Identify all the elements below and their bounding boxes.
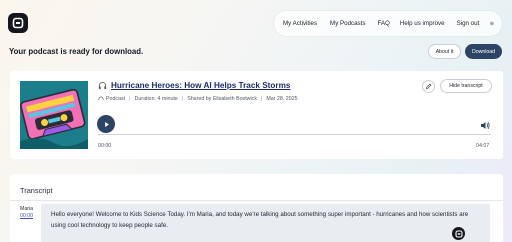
logo-icon — [12, 17, 24, 29]
volume-icon[interactable] — [480, 121, 490, 130]
nav-my-podcasts[interactable]: My Podcasts — [330, 20, 365, 27]
podcast-title-row: Hurricane Heroes: How AI Helps Track Sto… — [98, 81, 290, 90]
podcast-meta: Podcast | Duration: 4 minute | Shared by… — [98, 96, 298, 102]
floating-action-button[interactable] — [452, 227, 465, 240]
headphones-icon — [98, 82, 107, 90]
meta-separator: | — [260, 96, 263, 102]
play-icon — [104, 121, 109, 127]
pencil-icon — [425, 83, 432, 90]
podcast-player-card: Hurricane Heroes: How AI Helps Track Sto… — [10, 71, 503, 159]
logo-icon — [454, 229, 463, 238]
hide-transcript-button[interactable]: Hide transcript — [440, 79, 492, 93]
progress-track[interactable] — [98, 133, 491, 136]
play-button[interactable] — [97, 115, 115, 133]
transcript-text: Hello everyone! Welcome to Kids Science … — [41, 204, 490, 242]
current-time: 00:00 — [98, 143, 112, 149]
nav-sign-out[interactable]: Sign out — [457, 20, 480, 27]
podcast-type: Podcast — [106, 96, 126, 102]
podcast-shared-by: Shared by Elisabeth Bostwick — [187, 96, 257, 102]
podcast-title[interactable]: Hurricane Heroes: How AI Helps Track Sto… — [111, 81, 290, 90]
headphones-small-icon — [98, 96, 104, 101]
ready-message: Your podcast is ready for download. — [9, 47, 144, 56]
transcript-card: Transcript Maria 00:00 Hello everyone! W… — [10, 174, 503, 242]
nav-my-activities[interactable]: My Activities — [283, 20, 317, 27]
nav-help-us-improve[interactable]: Help us improve — [400, 20, 445, 27]
edit-button[interactable] — [422, 80, 435, 93]
speaker-name: Maria — [20, 206, 33, 212]
nav-faq[interactable]: FAQ — [377, 20, 389, 27]
about-it-button[interactable]: About it — [428, 44, 461, 59]
download-button[interactable]: Download — [465, 44, 502, 59]
globe-icon[interactable] — [490, 19, 494, 28]
podcast-cover-image — [20, 81, 88, 149]
transcript-timestamp-link[interactable]: 00:00 — [20, 213, 33, 219]
podcast-date: Mar 28, 2025 — [266, 96, 298, 102]
meta-separator: | — [181, 96, 184, 102]
divider — [10, 200, 503, 201]
total-time: 04:07 — [476, 143, 490, 149]
podcast-duration: Duration: 4 minute — [134, 96, 178, 102]
meta-separator: | — [129, 96, 131, 102]
app-logo[interactable] — [8, 13, 28, 33]
top-nav: My Activities My Podcasts FAQ Help us im… — [274, 11, 502, 36]
transcript-heading: Transcript — [20, 186, 53, 195]
progress-track-bg — [98, 134, 491, 135]
